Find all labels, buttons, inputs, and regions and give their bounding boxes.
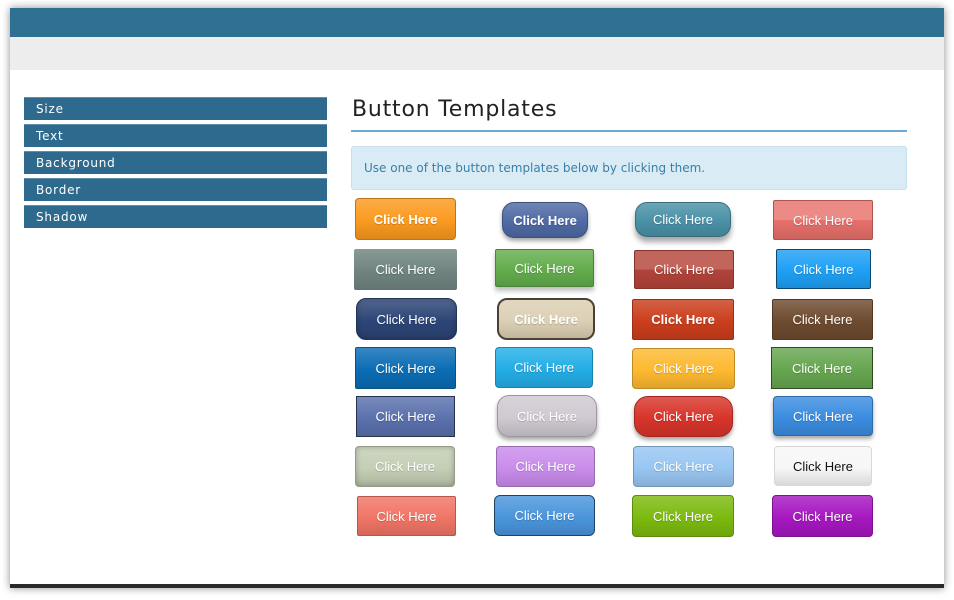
template-button-orange-red[interactable]: Click Here xyxy=(632,299,734,340)
template-button-orange-gloss[interactable]: Click Here xyxy=(355,198,456,240)
template-button-steel-blue[interactable]: Click Here xyxy=(494,495,595,536)
template-button-teal-pill[interactable]: Click Here xyxy=(635,202,731,237)
sidebar-item-text[interactable]: Text xyxy=(24,124,327,147)
sidebar-item-background[interactable]: Background xyxy=(24,151,327,174)
page-title: Button Templates xyxy=(352,97,558,122)
template-button-light-blue[interactable]: Click Here xyxy=(633,446,734,487)
template-button-white[interactable]: Click Here xyxy=(774,446,872,486)
toolbar-strip xyxy=(10,37,944,70)
template-button-purple[interactable]: Click Here xyxy=(772,495,873,537)
header-bar xyxy=(10,8,944,37)
template-button-beige-rounded[interactable]: Click Here xyxy=(497,298,595,340)
template-button-salmon-flat[interactable]: Click Here xyxy=(773,200,873,240)
template-button-periwinkle[interactable]: Click Here xyxy=(356,396,455,437)
template-button-blue-pill[interactable]: Click Here xyxy=(502,202,588,238)
template-button-sage[interactable]: Click Here xyxy=(355,446,455,487)
info-alert: Use one of the button templates below by… xyxy=(351,146,907,190)
main-panel: Button Templates Use one of the button t… xyxy=(351,94,907,190)
title-divider xyxy=(351,130,907,132)
template-button-lime[interactable]: Click Here xyxy=(632,495,734,537)
template-button-green-raised[interactable]: Click Here xyxy=(495,249,594,287)
template-button-gold[interactable]: Click Here xyxy=(632,348,735,389)
template-button-navy-rounded[interactable]: Click Here xyxy=(356,298,457,340)
sidebar: Size Text Background Border Shadow xyxy=(24,97,327,232)
template-button-slate-gray[interactable]: Click Here xyxy=(354,249,457,290)
template-button-brick-red[interactable]: Click Here xyxy=(634,250,734,289)
app-window: Size Text Background Border Shadow Butto… xyxy=(10,8,944,588)
template-button-coral[interactable]: Click Here xyxy=(357,496,456,536)
sidebar-item-border[interactable]: Border xyxy=(24,178,327,201)
template-button-blue-3d[interactable]: Click Here xyxy=(773,396,873,436)
template-button-brown[interactable]: Click Here xyxy=(772,299,873,340)
template-button-lavender[interactable]: Click Here xyxy=(496,446,595,487)
template-button-grass-green[interactable]: Click Here xyxy=(771,347,873,389)
sidebar-item-size[interactable]: Size xyxy=(24,97,327,120)
template-button-cyan[interactable]: Click Here xyxy=(495,347,593,388)
template-button-sky-bordered[interactable]: Click Here xyxy=(776,249,871,289)
template-button-ocean-blue[interactable]: Click Here xyxy=(355,347,456,389)
template-button-red-pill[interactable]: Click Here xyxy=(634,396,733,437)
sidebar-item-shadow[interactable]: Shadow xyxy=(24,205,327,228)
template-button-silver-pill[interactable]: Click Here xyxy=(497,395,597,437)
